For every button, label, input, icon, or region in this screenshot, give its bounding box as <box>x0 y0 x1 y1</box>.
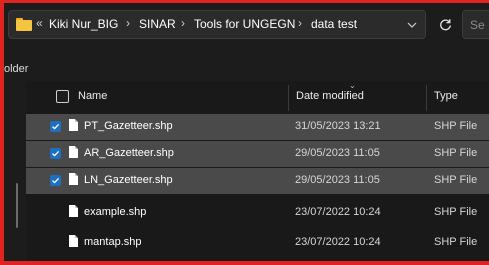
breadcrumb-separator: › <box>181 16 185 30</box>
file-type: SHP File <box>434 206 478 218</box>
file-date-modified: 23/07/2022 10:24 <box>295 206 381 218</box>
file-name: AR_Gazetteer.shp <box>84 147 174 159</box>
file-name: PT_Gazetteer.shp <box>84 120 173 132</box>
file-icon <box>69 119 78 131</box>
refresh-button[interactable] <box>430 10 460 39</box>
column-divider[interactable] <box>288 85 289 111</box>
file-row-ln-gazetteer[interactable]: LN_Gazetteer.shp 29/05/2023 11:05 SHP Fi… <box>26 168 489 194</box>
checkmark-icon <box>52 177 60 184</box>
file-icon <box>69 205 78 217</box>
file-type: SHP File <box>434 236 478 248</box>
breadcrumb-tools-for-ungegn[interactable]: Tools for UNGEGN <box>194 17 295 31</box>
file-date-modified: 29/05/2023 11:05 <box>295 174 380 186</box>
sort-indicator-icon: ⌄ <box>349 81 356 90</box>
file-type: SHP File <box>434 120 478 132</box>
file-name: LN_Gazetteer.shp <box>84 174 173 186</box>
file-row-mantap[interactable]: mantap.shp 23/07/2022 10:24 SHP File <box>26 230 489 256</box>
breadcrumb-data-test[interactable]: data test <box>311 17 357 31</box>
file-icon <box>69 146 78 158</box>
breadcrumb-separator: › <box>126 16 130 30</box>
explorer-window: « Kiki Nur_BIG › SINAR › Tools for UNGEG… <box>4 3 489 261</box>
file-icon <box>69 173 78 185</box>
checkmark-icon <box>52 123 60 130</box>
file-row-pt-gazetteer[interactable]: PT_Gazetteer.shp 31/05/2023 13:21 SHP Fi… <box>26 114 489 140</box>
select-all-checkbox[interactable] <box>56 90 69 103</box>
dropdown-chevron-icon[interactable] <box>407 20 417 30</box>
file-type: SHP File <box>434 147 478 159</box>
refresh-icon <box>439 19 451 31</box>
column-header: Name ⌄ Date modified Type <box>26 81 489 113</box>
breadcrumb-separator: › <box>298 16 302 30</box>
search-input[interactable]: Se <box>462 10 489 39</box>
nav-pane <box>4 87 22 261</box>
nav-scrollbar[interactable] <box>16 183 18 228</box>
file-date-modified: 29/05/2023 11:05 <box>295 147 380 159</box>
search-placeholder: Se <box>470 18 485 32</box>
row-checkbox[interactable] <box>50 121 61 132</box>
nav-folder-label[interactable]: older <box>4 63 28 75</box>
file-date-modified: 23/07/2022 10:24 <box>295 236 381 248</box>
column-name[interactable]: Name <box>78 90 107 102</box>
breadcrumb-kiki-nur-big[interactable]: Kiki Nur_BIG <box>49 17 118 31</box>
file-name: example.shp <box>84 206 147 218</box>
address-row: « Kiki Nur_BIG › SINAR › Tools for UNGEG… <box>4 3 489 47</box>
file-row-ar-gazetteer[interactable]: AR_Gazetteer.shp 29/05/2023 11:05 SHP Fi… <box>26 141 489 167</box>
column-date-modified[interactable]: Date modified <box>296 90 364 102</box>
breadcrumb-overflow[interactable]: « <box>36 16 43 30</box>
checkmark-icon <box>52 150 60 157</box>
address-bar[interactable]: « Kiki Nur_BIG › SINAR › Tools for UNGEG… <box>8 10 426 39</box>
file-date-modified: 31/05/2023 13:21 <box>295 120 381 132</box>
file-icon <box>69 235 78 247</box>
folder-icon <box>16 18 32 31</box>
row-checkbox[interactable] <box>50 148 61 159</box>
file-type: SHP File <box>434 174 478 186</box>
column-type[interactable]: Type <box>434 90 458 102</box>
file-name: mantap.shp <box>84 236 142 248</box>
file-row-example[interactable]: example.shp 23/07/2022 10:24 SHP File <box>26 200 489 226</box>
column-divider[interactable] <box>426 85 427 111</box>
row-checkbox[interactable] <box>50 175 61 186</box>
breadcrumb-sinar[interactable]: SINAR <box>139 17 176 31</box>
